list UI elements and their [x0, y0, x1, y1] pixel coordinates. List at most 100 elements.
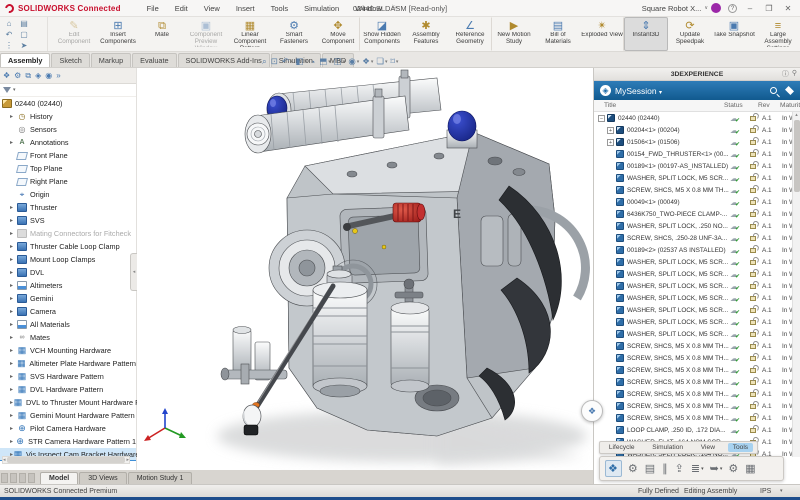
expander-icon[interactable]: [607, 331, 614, 338]
tree-item[interactable]: ▸Camera: [0, 305, 136, 318]
panel-tab[interactable]: Simulation: [647, 443, 688, 452]
expand-arrow-icon[interactable]: ▸: [10, 282, 17, 289]
expander-icon[interactable]: +: [607, 127, 614, 134]
menu-item[interactable]: Simulation: [296, 4, 347, 13]
expander-icon[interactable]: [607, 211, 614, 218]
tree-item[interactable]: Right Plane: [0, 175, 136, 188]
undo-icon[interactable]: ↶: [2, 30, 16, 40]
expander-icon[interactable]: [607, 223, 614, 230]
ribbon-button[interactable]: ✎Edit Component: [52, 17, 96, 51]
section-view-icon[interactable]: ◧▾: [296, 56, 308, 67]
ribbon-button[interactable]: ⊞Insert Components: [96, 17, 140, 51]
expander-icon[interactable]: [607, 391, 614, 398]
panel-flyout-handle[interactable]: ◂: [130, 253, 137, 291]
command-tab[interactable]: Markup: [91, 53, 131, 67]
barcode-icon[interactable]: ∥: [662, 462, 669, 475]
table-options-icon[interactable]: ▦: [745, 462, 756, 475]
export-icon[interactable]: ➥▾: [710, 462, 723, 475]
tree-item[interactable]: Top Plane: [0, 162, 136, 175]
panel-tab[interactable]: View: [696, 443, 720, 452]
ribbon-button[interactable]: ▦Linear Component Pattern: [228, 17, 272, 51]
tree-item[interactable]: ▸Altimeter Plate Hardware Pattern: [0, 357, 136, 370]
expander-icon[interactable]: [607, 187, 614, 194]
edit-appearance-icon[interactable]: ❖▾: [362, 56, 373, 67]
expander-icon[interactable]: [607, 271, 614, 278]
expander-icon[interactable]: [607, 343, 614, 350]
compass-icon[interactable]: ◈: [600, 85, 611, 96]
document-tab[interactable]: Model: [40, 472, 78, 484]
tree-item[interactable]: ▸All Materials: [0, 318, 136, 331]
panel-tab[interactable]: Lifecycle: [604, 443, 640, 452]
tree-item[interactable]: ▸Mating Connectors for Fitcheck: [0, 227, 136, 240]
expand-arrow-icon[interactable]: ▸: [10, 334, 17, 341]
menu-item[interactable]: File: [139, 4, 167, 13]
expander-icon[interactable]: [607, 295, 614, 302]
component-row[interactable]: SCREW, SHCS, M5 X 0.8 MM TH...A.1In W: [594, 184, 800, 196]
expander-icon[interactable]: [607, 151, 614, 158]
tree-item[interactable]: ▸SVS: [0, 214, 136, 227]
ribbon-button[interactable]: ◪Show Hidden Components: [360, 17, 404, 51]
view-settings-icon[interactable]: ⌑▾: [391, 56, 399, 67]
expand-arrow-icon[interactable]: ▸: [10, 386, 17, 393]
component-row[interactable]: WASHER, SPLIT LOCK, M5 SCR...A.1In W: [594, 316, 800, 328]
component-row[interactable]: SCREW, SHCS, M5 X 0.8 MM TH...A.1In W: [594, 388, 800, 400]
tab-scroll-control[interactable]: [19, 473, 26, 483]
ribbon-button[interactable]: ≡Large Assembly Settings: [756, 17, 800, 51]
vertical-scrollbar[interactable]: ▴: [792, 112, 800, 457]
tree-item[interactable]: ▸Gemini Mount Hardware Pattern: [0, 409, 136, 422]
avatar[interactable]: [711, 3, 721, 13]
menu-item[interactable]: Edit: [167, 4, 196, 13]
component-row[interactable]: SCREW, SHCS, M5 X 0.8 MM TH...A.1In W: [594, 412, 800, 424]
expand-arrow-icon[interactable]: ▸: [10, 373, 17, 380]
tree-item[interactable]: Origin: [0, 188, 136, 201]
new-document-icon[interactable]: ▢: [17, 30, 31, 40]
tree-item[interactable]: ▸Gemini: [0, 292, 136, 305]
pin-icon[interactable]: ⚲: [792, 69, 797, 79]
model-colors-icon[interactable]: ⋮: [2, 41, 16, 51]
expander-icon[interactable]: [607, 319, 614, 326]
scrollbar-thumb[interactable]: [794, 120, 800, 192]
search-icon[interactable]: [770, 87, 777, 94]
expander-icon[interactable]: [607, 235, 614, 242]
tab-scroll-control[interactable]: [28, 473, 35, 483]
displaymanager-tab-icon[interactable]: ◉: [45, 69, 52, 83]
session-selector[interactable]: MySession ▾: [615, 86, 662, 96]
home-icon[interactable]: ⌂: [2, 19, 16, 29]
dimxpertmanager-tab-icon[interactable]: ◈: [35, 69, 41, 83]
expander-icon[interactable]: [607, 415, 614, 422]
column-status[interactable]: Status: [724, 102, 758, 109]
previous-view-icon[interactable]: ↶▾: [282, 56, 293, 67]
column-title[interactable]: Title: [604, 102, 724, 109]
restore-button[interactable]: ❐: [763, 4, 775, 13]
expander-icon[interactable]: [607, 283, 614, 290]
ribbon-button[interactable]: ⇕Instant3D: [624, 17, 668, 51]
menu-item[interactable]: View: [196, 4, 228, 13]
expand-arrow-icon[interactable]: ▸: [10, 347, 17, 354]
tree-filter[interactable]: ▾: [0, 84, 136, 97]
scrollbar-thumb[interactable]: [7, 457, 126, 463]
component-row[interactable]: WASHER, SPLIT LOCK, M5 SCR...A.1In W: [594, 292, 800, 304]
component-row[interactable]: WASHER, SPLIT LOCK, .250 NO...A.1In W: [594, 220, 800, 232]
open-document-icon[interactable]: ▤: [17, 19, 31, 29]
menu-item[interactable]: Insert: [228, 4, 263, 13]
propertymanager-tab-icon[interactable]: ⚙: [14, 69, 21, 83]
expand-arrow-icon[interactable]: ▸: [10, 217, 17, 224]
component-row[interactable]: SCREW, SHCS, M5 X 0.8 MM TH...A.1In W: [594, 340, 800, 352]
scroll-right-icon[interactable]: ▸: [126, 457, 129, 463]
tree-item[interactable]: ▸DVL to Thruster Mount Hardware Pa: [0, 396, 136, 409]
component-icon[interactable]: ❖: [605, 460, 622, 477]
expander-icon[interactable]: [607, 163, 614, 170]
command-tab[interactable]: Evaluate: [132, 53, 176, 67]
panel-tab[interactable]: Tools: [728, 443, 753, 452]
tree-item[interactable]: Sensors: [0, 123, 136, 136]
expand-arrow-icon[interactable]: ▸: [10, 113, 17, 120]
expand-arrow-icon[interactable]: ▸: [10, 139, 17, 146]
tree-item[interactable]: ▸DVL: [0, 266, 136, 279]
command-tab[interactable]: SOLIDWORKS Add-Ins: [178, 53, 270, 67]
component-row[interactable]: 00049<1> (00049)A.1In W: [594, 196, 800, 208]
tree-item[interactable]: Front Plane: [0, 149, 136, 162]
component-row[interactable]: SCREW, SHCS, M5 X 0.8 MM TH...A.1In W: [594, 364, 800, 376]
tree-item[interactable]: ▸Mount Loop Clamps: [0, 253, 136, 266]
account-menu[interactable]: Square Robot X... ∨: [642, 3, 721, 13]
component-row[interactable]: WASHER, SPLIT LOCK, M5 SCR...A.1In W: [594, 268, 800, 280]
